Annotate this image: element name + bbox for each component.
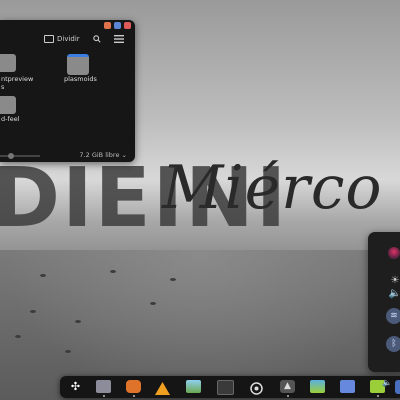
wallpaper-day-block-start: DIE: [0, 151, 153, 246]
warning-app-icon[interactable]: [155, 380, 170, 395]
menu-button[interactable]: [114, 35, 124, 43]
folder-label: ntpreview: [1, 75, 34, 83]
file-manager-window: Dividir ntpreview s plasmoids d-feel 7.2…: [0, 20, 135, 162]
display-icon[interactable]: [340, 380, 355, 393]
volume-icon[interactable]: 🔈: [388, 288, 400, 300]
wifi-icon[interactable]: ≋: [386, 308, 400, 324]
pinwheel-icon[interactable]: ✣: [68, 380, 83, 393]
running-indicator: [377, 395, 379, 397]
folder-label: plasmoids: [64, 75, 97, 83]
hamburger-menu-icon: [114, 35, 124, 43]
warning-triangle-icon: [155, 382, 170, 395]
avatar-icon[interactable]: [388, 247, 400, 259]
folder-label: d-feel: [1, 115, 20, 123]
running-indicator: [133, 395, 135, 397]
folder-icon[interactable]: [67, 54, 89, 75]
folder-label-second-line: s: [1, 83, 5, 91]
split-button[interactable]: Dividir: [44, 35, 80, 43]
arrow-up-app-icon[interactable]: ▲: [280, 380, 295, 393]
free-space-label[interactable]: 7.2 GiB libre ⌄: [79, 151, 127, 159]
pebble: [110, 270, 116, 273]
zoom-slider[interactable]: [0, 153, 40, 159]
search-button[interactable]: [93, 35, 101, 43]
running-indicator: [103, 395, 105, 397]
settings-wheel-icon[interactable]: [249, 380, 264, 395]
window-button-1[interactable]: [104, 22, 111, 29]
tray-app-icon[interactable]: [395, 380, 400, 394]
control-center-panel: ☀ 🔈 ≋ ᛒ: [368, 232, 400, 372]
window-buttons: [104, 22, 131, 29]
fox-icon[interactable]: [126, 380, 141, 393]
dock: ✣ ▲ 🔈: [60, 376, 400, 398]
wallpaper-day-script-text: Miérco: [162, 153, 383, 223]
chevron-down-icon: ⌄: [121, 151, 127, 159]
free-space-text: 7.2 GiB libre: [79, 151, 120, 159]
split-label: Dividir: [57, 35, 80, 43]
window-button-2[interactable]: [114, 22, 121, 29]
running-indicator: [287, 395, 289, 397]
window-button-3[interactable]: [124, 22, 131, 29]
brightness-icon[interactable]: ☀: [388, 275, 400, 287]
image-viewer-icon[interactable]: [186, 380, 201, 393]
zoom-slider-handle[interactable]: [8, 153, 14, 159]
tray-volume-icon[interactable]: 🔈: [382, 378, 392, 387]
folder-icon[interactable]: [0, 96, 16, 114]
folder-icon[interactable]: [0, 54, 16, 72]
photos-icon[interactable]: [310, 380, 325, 393]
pebble: [170, 278, 176, 281]
pebble: [40, 274, 46, 277]
folder-icon[interactable]: [96, 380, 111, 393]
pebble: [150, 302, 156, 305]
gear-icon: [250, 382, 263, 395]
pebble: [75, 320, 81, 323]
pebble: [15, 335, 21, 338]
split-icon: [44, 35, 54, 43]
pebble: [30, 310, 36, 313]
pebble: [65, 350, 71, 353]
titlebar[interactable]: Dividir: [0, 20, 135, 50]
bluetooth-icon[interactable]: ᛒ: [386, 336, 400, 352]
search-icon: [93, 35, 101, 43]
status-bar: 7.2 GiB libre ⌄: [0, 150, 135, 162]
terminal-icon[interactable]: [217, 380, 234, 395]
